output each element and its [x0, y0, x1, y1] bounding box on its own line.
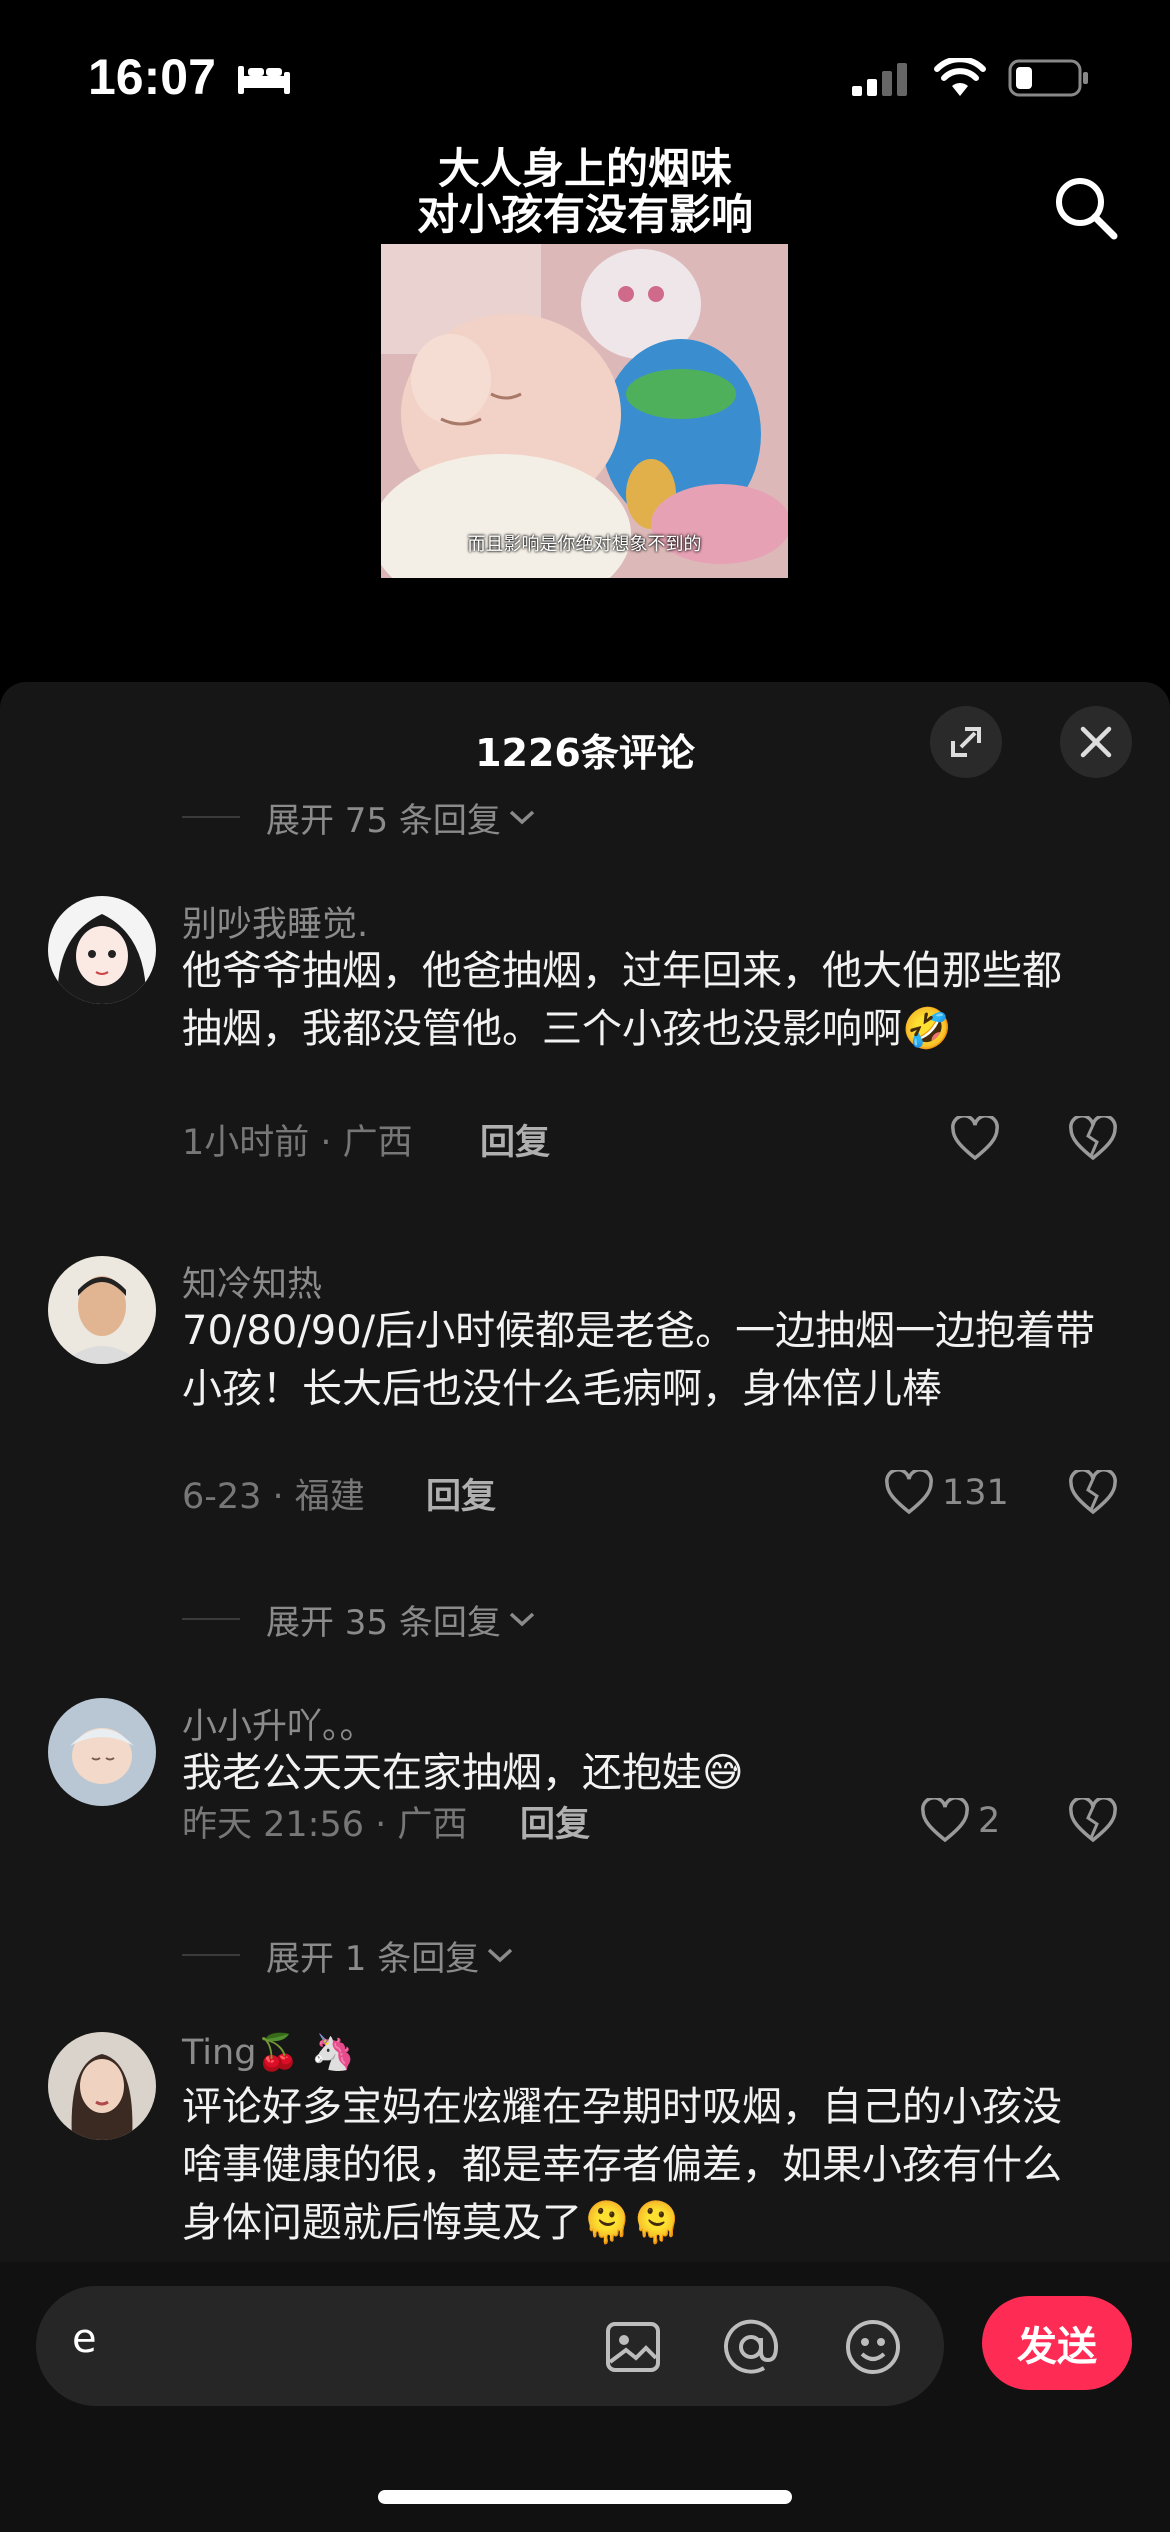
like-button[interactable] — [950, 1116, 1008, 1162]
search-icon[interactable] — [1050, 172, 1122, 244]
comment-input-container[interactable] — [36, 2286, 944, 2406]
video-thumbnail[interactable]: 而且影响是你绝对想象不到的 — [381, 244, 788, 578]
comment-text: 70/80/90/后小时候都是老爸。一边抽烟一边抱着带小孩！长大后也没什么毛病啊… — [182, 1308, 1096, 1412]
reply-button[interactable]: 回复 — [520, 1796, 590, 1847]
battery-icon — [1008, 59, 1088, 97]
divider-line — [182, 816, 240, 818]
send-button[interactable]: 发送 — [982, 2296, 1132, 2390]
expand-replies-1[interactable]: 展开 1 条回复 — [182, 1930, 515, 1980]
avatar-image — [48, 2032, 156, 2140]
comment-author[interactable]: 知冷知热 — [182, 1256, 322, 1307]
wifi-icon — [934, 58, 986, 96]
chevron-down-icon — [509, 810, 535, 825]
avatar[interactable] — [48, 1256, 156, 1364]
heart-icon — [885, 1470, 933, 1515]
like-button[interactable]: 2 — [920, 1798, 1000, 1844]
close-button[interactable] — [1060, 706, 1132, 778]
expand-replies-75[interactable]: 展开 75 条回复 — [182, 792, 537, 842]
divider-line — [182, 1954, 240, 1956]
expand-replies-label: 展开 75 条回复 — [266, 800, 501, 841]
avatar-image — [48, 1256, 156, 1364]
expand-replies-label: 展开 35 条回复 — [266, 1602, 501, 1643]
comment-text: 我老公天天在家抽烟，还抱娃😅 — [182, 1750, 744, 1796]
comment-author[interactable]: 别吵我睡觉. — [182, 896, 368, 947]
comment-meta: 1小时前 · 广西 — [182, 1123, 413, 1163]
emoji-icon[interactable] — [842, 2316, 904, 2378]
close-icon — [1080, 726, 1112, 758]
avatar-image — [48, 896, 156, 1004]
heart-icon — [921, 1798, 969, 1843]
expand-replies-label: 展开 1 条回复 — [266, 1938, 480, 1979]
comment-meta: 6-23 · 福建 — [182, 1477, 365, 1517]
expand-icon — [951, 727, 981, 757]
comment-meta: 昨天 21:56 · 广西 — [182, 1805, 468, 1845]
baby-image — [381, 244, 788, 578]
broken-heart-icon[interactable] — [1068, 1470, 1118, 1516]
signal-icon — [852, 63, 907, 96]
chevron-down-icon — [488, 1948, 513, 1963]
heart-icon — [951, 1116, 999, 1161]
video-title-line1: 大人身上的烟味 — [437, 144, 732, 193]
status-time: 16:07 — [88, 49, 216, 105]
reply-button[interactable]: 回复 — [426, 1468, 496, 1519]
bed-icon — [238, 66, 290, 94]
like-button[interactable]: 131 — [884, 1470, 1009, 1516]
divider-line — [182, 1618, 240, 1620]
avatar[interactable] — [48, 2032, 156, 2140]
at-icon[interactable] — [720, 2316, 782, 2378]
video-title: 大人身上的烟味 对小孩有没有影响 — [300, 146, 870, 238]
comment-author[interactable]: Ting🍒 🦄 — [182, 2032, 355, 2073]
video-caption: 而且影响是你绝对想象不到的 — [467, 534, 702, 555]
expand-button[interactable] — [930, 706, 1002, 778]
home-indicator[interactable] — [378, 2490, 792, 2504]
video-title-line2: 对小孩有没有影响 — [416, 190, 753, 239]
avatar[interactable] — [48, 1698, 156, 1806]
status-bar: 16:07 — [0, 0, 1170, 150]
avatar-image — [48, 1698, 156, 1806]
chevron-down-icon — [509, 1612, 535, 1627]
like-count: 131 — [942, 1473, 1009, 1513]
expand-replies-35[interactable]: 展开 35 条回复 — [182, 1594, 537, 1644]
avatar[interactable] — [48, 896, 156, 1004]
image-icon[interactable] — [602, 2316, 664, 2378]
comment-text: 他爷爷抽烟，他爸抽烟，过年回来，他大伯那些都抽烟，我都没管他。三个小孩也没影响啊… — [182, 948, 1062, 1052]
reply-button[interactable]: 回复 — [480, 1114, 550, 1165]
comments-panel: 1226条评论 展开 75 条回复 别吵我睡觉. 他爷爷抽烟，他爸抽烟，过年回来… — [0, 682, 1170, 2532]
broken-heart-icon[interactable] — [1068, 1798, 1118, 1844]
comment-text: 评论好多宝妈在炫耀在孕期时吸烟，自己的小孩没啥事健康的很，都是幸存者偏差，如果小… — [182, 2084, 1062, 2246]
comment-author[interactable]: 小小升吖。。 — [182, 1698, 375, 1749]
broken-heart-icon[interactable] — [1068, 1116, 1118, 1162]
comment-input[interactable] — [72, 2316, 572, 2362]
like-count: 2 — [978, 1801, 1001, 1841]
